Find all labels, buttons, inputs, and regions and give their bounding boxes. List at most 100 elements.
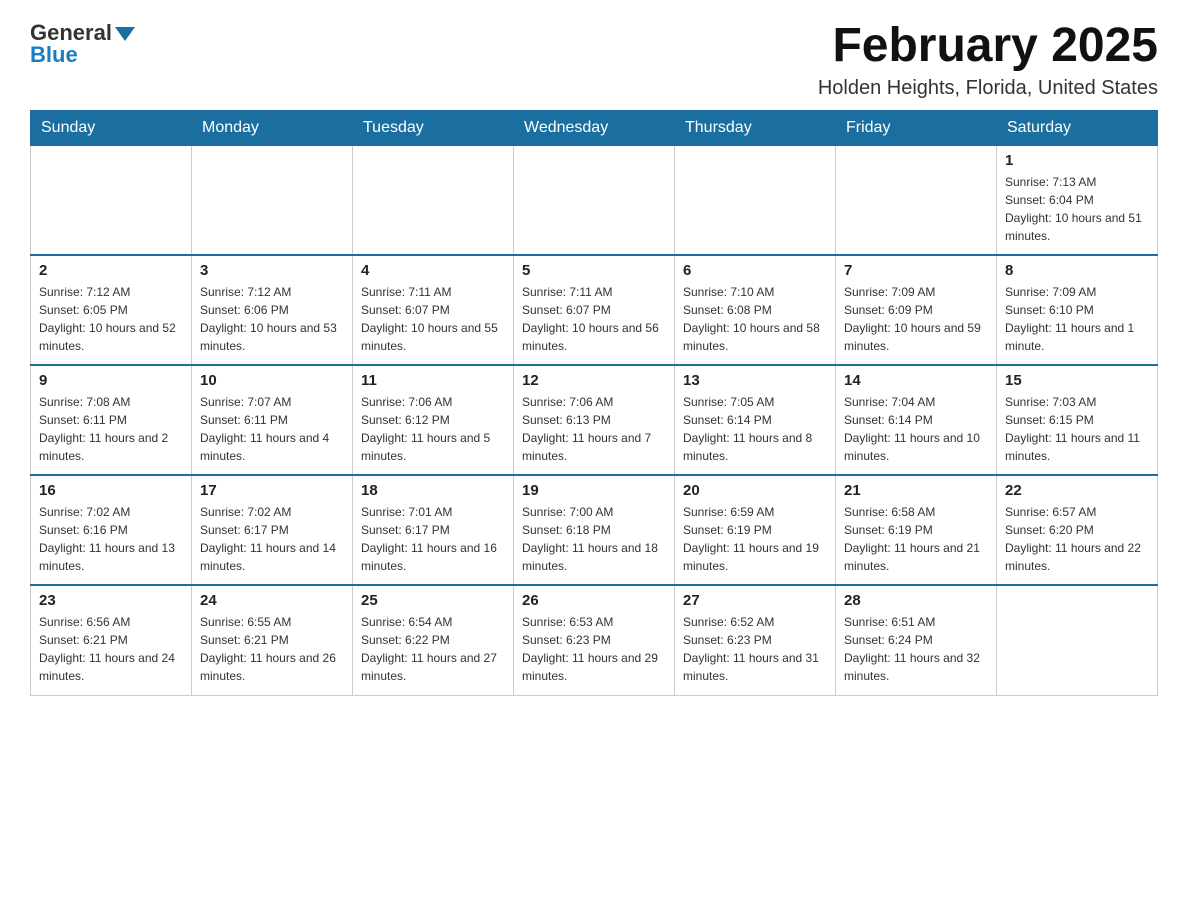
weekday-header: Thursday [675, 110, 836, 145]
calendar-week-row: 1Sunrise: 7:13 AMSunset: 6:04 PMDaylight… [31, 145, 1158, 255]
day-info: Sunrise: 7:12 AMSunset: 6:06 PMDaylight:… [200, 283, 344, 355]
weekday-header: Wednesday [514, 110, 675, 145]
day-number: 5 [522, 262, 666, 279]
day-number: 15 [1005, 372, 1149, 389]
day-number: 3 [200, 262, 344, 279]
day-info: Sunrise: 6:54 AMSunset: 6:22 PMDaylight:… [361, 613, 505, 685]
sunrise-text: Sunrise: 7:12 AM [39, 283, 183, 301]
sunset-text: Sunset: 6:11 PM [39, 411, 183, 429]
weekday-header: Tuesday [353, 110, 514, 145]
sunset-text: Sunset: 6:17 PM [200, 521, 344, 539]
calendar-subtitle: Holden Heights, Florida, United States [818, 77, 1158, 100]
daylight-text: Daylight: 11 hours and 5 minutes. [361, 429, 505, 465]
calendar-cell: 24Sunrise: 6:55 AMSunset: 6:21 PMDayligh… [192, 585, 353, 695]
day-number: 22 [1005, 482, 1149, 499]
sunrise-text: Sunrise: 6:52 AM [683, 613, 827, 631]
calendar-cell: 15 Sunrise: 7:03 AMSunset: 6:15 PMDayligh… [997, 365, 1158, 475]
sunrise-text: Sunrise: 6:59 AM [683, 503, 827, 521]
sunrise-text: Sunrise: 7:01 AM [361, 503, 505, 521]
day-info: Sunrise: 7:04 AMSunset: 6:14 PMDaylight:… [844, 393, 988, 465]
day-number: 17 [200, 482, 344, 499]
day-number: 18 [361, 482, 505, 499]
weekday-header: Sunday [31, 110, 192, 145]
calendar-cell: 6 Sunrise: 7:10 AMSunset: 6:08 PMDaylight… [675, 255, 836, 365]
day-info: Sunrise: 7:01 AMSunset: 6:17 PMDaylight:… [361, 503, 505, 575]
calendar-cell: 5Sunrise: 7:11 AMSunset: 6:07 PMDaylight… [514, 255, 675, 365]
daylight-text: Daylight: 11 hours and 16 minutes. [361, 539, 505, 575]
daylight-text: Daylight: 11 hours and 24 minutes. [39, 649, 183, 685]
calendar-week-row: 2Sunrise: 7:12 AMSunset: 6:05 PMDaylight… [31, 255, 1158, 365]
day-number: 7 [844, 262, 988, 279]
day-info: Sunrise: 6:56 AMSunset: 6:21 PMDaylight:… [39, 613, 183, 685]
day-number: 28 [844, 592, 988, 609]
calendar-cell: 2Sunrise: 7:12 AMSunset: 6:05 PMDaylight… [31, 255, 192, 365]
sunset-text: Sunset: 6:13 PM [522, 411, 666, 429]
daylight-text: Daylight: 11 hours and 29 minutes. [522, 649, 666, 685]
day-info: Sunrise: 6:51 AMSunset: 6:24 PMDaylight:… [844, 613, 988, 685]
calendar-cell: 11Sunrise: 7:06 AMSunset: 6:12 PMDayligh… [353, 365, 514, 475]
logo: General Blue [30, 20, 135, 68]
sunrise-text: Sunrise: 7:02 AM [39, 503, 183, 521]
day-info: Sunrise: 7:06 AMSunset: 6:13 PMDaylight:… [522, 393, 666, 465]
day-number: 27 [683, 592, 827, 609]
day-number: 21 [844, 482, 988, 499]
calendar-week-row: 23Sunrise: 6:56 AMSunset: 6:21 PMDayligh… [31, 585, 1158, 695]
sunrise-text: Sunrise: 6:57 AM [1005, 503, 1149, 521]
calendar-cell: 22 Sunrise: 6:57 AMSunset: 6:20 PMDayligh… [997, 475, 1158, 585]
calendar-cell: 28 Sunrise: 6:51 AMSunset: 6:24 PMDayligh… [836, 585, 997, 695]
day-info: Sunrise: 7:09 AMSunset: 6:10 PMDaylight:… [1005, 283, 1149, 355]
sunrise-text: Sunrise: 7:08 AM [39, 393, 183, 411]
daylight-text: Daylight: 11 hours and 31 minutes. [683, 649, 827, 685]
calendar-cell: 21Sunrise: 6:58 AMSunset: 6:19 PMDayligh… [836, 475, 997, 585]
calendar-cell [353, 145, 514, 255]
calendar-cell [675, 145, 836, 255]
sunset-text: Sunset: 6:05 PM [39, 301, 183, 319]
sunset-text: Sunset: 6:20 PM [1005, 521, 1149, 539]
day-info: Sunrise: 7:10 AMSunset: 6:08 PMDaylight:… [683, 283, 827, 355]
daylight-text: Daylight: 11 hours and 18 minutes. [522, 539, 666, 575]
calendar-cell: 4Sunrise: 7:11 AMSunset: 6:07 PMDaylight… [353, 255, 514, 365]
sunrise-text: Sunrise: 7:13 AM [1005, 173, 1149, 191]
calendar-cell: 12 Sunrise: 7:06 AMSunset: 6:13 PMDayligh… [514, 365, 675, 475]
day-info: Sunrise: 7:02 AMSunset: 6:17 PMDaylight:… [200, 503, 344, 575]
sunrise-text: Sunrise: 6:54 AM [361, 613, 505, 631]
sunset-text: Sunset: 6:08 PM [683, 301, 827, 319]
sunset-text: Sunset: 6:23 PM [522, 631, 666, 649]
calendar-cell [997, 585, 1158, 695]
sunrise-text: Sunrise: 7:06 AM [361, 393, 505, 411]
day-number: 12 [522, 372, 666, 389]
daylight-text: Daylight: 11 hours and 14 minutes. [200, 539, 344, 575]
title-block: February 2025 Holden Heights, Florida, U… [818, 20, 1158, 100]
sunset-text: Sunset: 6:11 PM [200, 411, 344, 429]
day-info: Sunrise: 6:53 AMSunset: 6:23 PMDaylight:… [522, 613, 666, 685]
calendar-cell: 1Sunrise: 7:13 AMSunset: 6:04 PMDaylight… [997, 145, 1158, 255]
sunrise-text: Sunrise: 7:02 AM [200, 503, 344, 521]
sunset-text: Sunset: 6:04 PM [1005, 191, 1149, 209]
sunset-text: Sunset: 6:19 PM [683, 521, 827, 539]
calendar-cell: 13Sunrise: 7:05 AMSunset: 6:14 PMDayligh… [675, 365, 836, 475]
sunset-text: Sunset: 6:09 PM [844, 301, 988, 319]
calendar-cell: 9Sunrise: 7:08 AMSunset: 6:11 PMDaylight… [31, 365, 192, 475]
sunrise-text: Sunrise: 7:09 AM [1005, 283, 1149, 301]
day-info: Sunrise: 6:52 AMSunset: 6:23 PMDaylight:… [683, 613, 827, 685]
sunset-text: Sunset: 6:07 PM [361, 301, 505, 319]
weekday-header: Friday [836, 110, 997, 145]
daylight-text: Daylight: 10 hours and 56 minutes. [522, 319, 666, 355]
sunrise-text: Sunrise: 6:58 AM [844, 503, 988, 521]
day-number: 6 [683, 262, 827, 279]
day-number: 4 [361, 262, 505, 279]
sunset-text: Sunset: 6:12 PM [361, 411, 505, 429]
calendar-cell [836, 145, 997, 255]
day-number: 10 [200, 372, 344, 389]
daylight-text: Daylight: 11 hours and 27 minutes. [361, 649, 505, 685]
day-number: 25 [361, 592, 505, 609]
day-number: 14 [844, 372, 988, 389]
daylight-text: Daylight: 11 hours and 2 minutes. [39, 429, 183, 465]
daylight-text: Daylight: 11 hours and 19 minutes. [683, 539, 827, 575]
day-info: Sunrise: 7:03 AMSunset: 6:15 PMDaylight:… [1005, 393, 1149, 465]
daylight-text: Daylight: 11 hours and 1 minute. [1005, 319, 1149, 355]
sunset-text: Sunset: 6:14 PM [683, 411, 827, 429]
daylight-text: Daylight: 11 hours and 32 minutes. [844, 649, 988, 685]
calendar-cell: 19Sunrise: 7:00 AMSunset: 6:18 PMDayligh… [514, 475, 675, 585]
daylight-text: Daylight: 11 hours and 22 minutes. [1005, 539, 1149, 575]
